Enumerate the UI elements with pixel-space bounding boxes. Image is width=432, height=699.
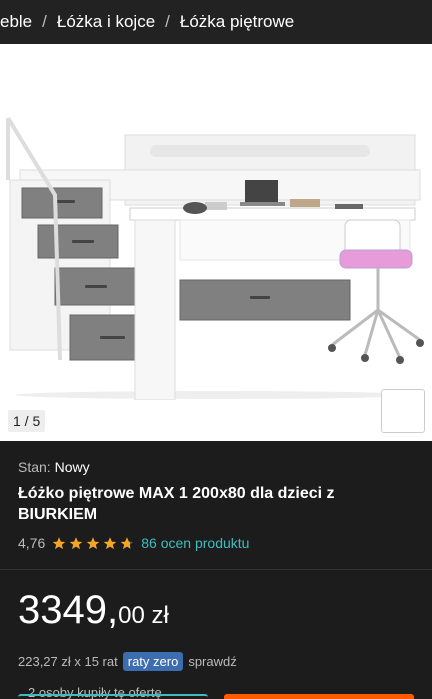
- star-icon: [87, 536, 100, 549]
- breadcrumb-separator: /: [165, 12, 170, 31]
- favorite-button[interactable]: [381, 389, 425, 466]
- buy-now-button[interactable]: [224, 694, 414, 699]
- star-icon: [104, 536, 117, 549]
- price-integer: 3349,: [18, 588, 119, 632]
- star-icon: [70, 536, 83, 549]
- condition-value: Nowy: [54, 459, 90, 475]
- price: 3349,00 zł: [18, 588, 414, 638]
- raty-zero-badge: raty zero: [122, 652, 184, 671]
- breadcrumb-item-lozka-pietrowe[interactable]: Łóżka piętrowe: [180, 12, 294, 32]
- condition-label: Stan:: [18, 459, 51, 475]
- condition-row: Stan: Nowy: [18, 459, 414, 475]
- breadcrumb: eble / Łóżka i kojce / Łóżka piętrowe: [0, 0, 432, 44]
- product-title: Łóżko piętrowe MAX 1 200x80 dla dzieci z…: [18, 485, 335, 523]
- breadcrumb-item-lozka-i-kojce[interactable]: Łóżka i kojce: [57, 12, 155, 32]
- rating-row: 4,76 86 ocen produktu: [18, 535, 414, 551]
- price-section: 3349,00 zł 223,27 zł x 15 rat raty zero …: [0, 570, 432, 699]
- add-to-cart-button[interactable]: [18, 694, 208, 699]
- breadcrumb-item-meble[interactable]: eble: [0, 12, 32, 32]
- product-details: Stan: Nowy Łóżko piętrowe MAX 1 200x80 d…: [0, 441, 432, 569]
- price-fraction: 00 zł: [118, 602, 169, 629]
- star-icon: [53, 536, 66, 549]
- rating-value: 4,76: [18, 535, 46, 551]
- product-image-gallery[interactable]: 1 / 5: [0, 44, 432, 466]
- installments-row: 223,27 zł x 15 rat raty zero sprawdź: [18, 652, 414, 671]
- star-half-icon: [121, 536, 134, 549]
- reviews-link[interactable]: 86 ocen produktu: [141, 535, 249, 551]
- breadcrumb-separator: /: [42, 12, 47, 31]
- image-counter: 1 / 5: [8, 410, 46, 432]
- check-installments-link[interactable]: sprawdź: [188, 654, 236, 669]
- product-image: [6, 116, 424, 400]
- rating-stars: [51, 536, 135, 551]
- installment-text: 223,27 zł x 15 rat: [18, 654, 118, 669]
